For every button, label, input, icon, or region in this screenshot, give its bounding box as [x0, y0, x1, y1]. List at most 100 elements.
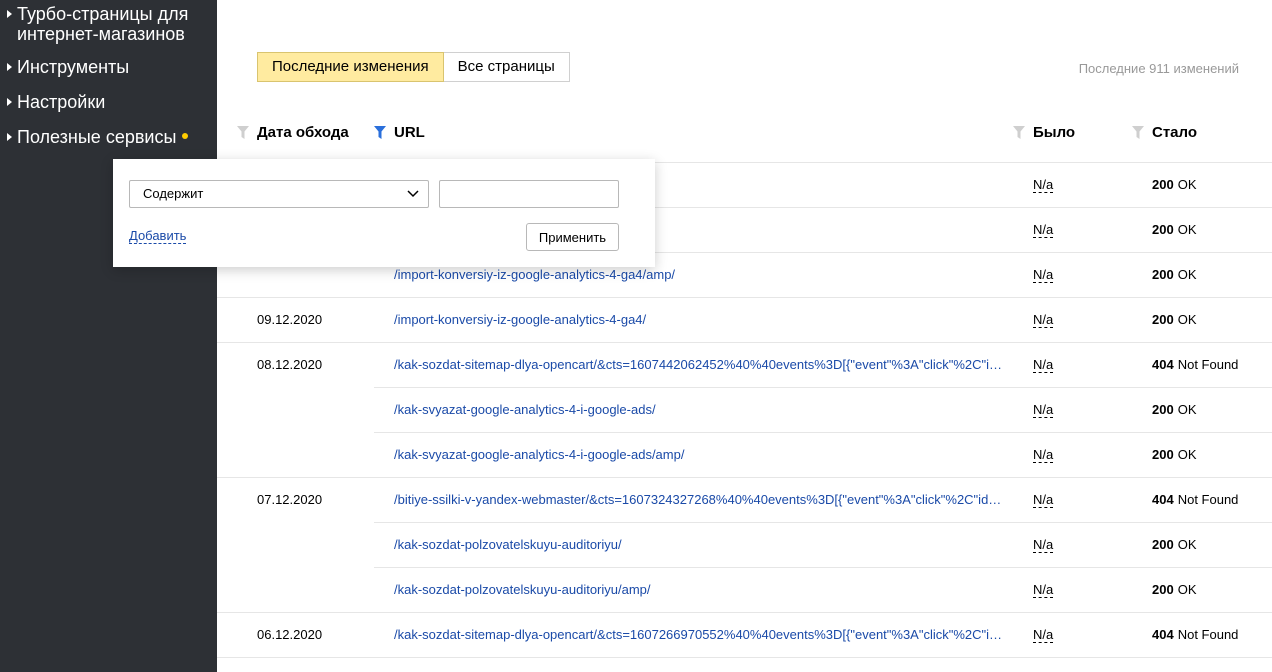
current-status: 200 OK	[1152, 402, 1197, 418]
page-url-link[interactable]: /kak-sozdat-polzovatelskuyu-auditoriyu/a…	[394, 582, 1006, 598]
main-content: Последние изменения Все страницы Последн…	[217, 0, 1272, 672]
filter-condition-value: Содержит	[143, 186, 204, 201]
status-code: 200	[1152, 537, 1174, 552]
page-url-link[interactable]: /kak-svyazat-google-analytics-4-i-google…	[394, 447, 1006, 463]
status-text: OK	[1177, 447, 1197, 462]
column-header-label: Дата обхода	[257, 124, 349, 141]
tab-recent-changes[interactable]: Последние изменения	[257, 52, 444, 82]
column-header-was: Было	[1013, 124, 1076, 142]
status-text: OK	[1177, 402, 1197, 417]
page-url-link[interactable]: /kak-sozdat-sitemap-dlya-opencart/&cts=1…	[394, 627, 1006, 643]
status-text: OK	[1177, 312, 1197, 327]
page-url-link[interactable]: /kak-sozdat-sitemap-dlya-opencart/&cts=1…	[394, 357, 1006, 373]
filter-icon[interactable]	[1132, 126, 1144, 139]
caret-right-icon	[7, 133, 12, 141]
status-code: 404	[1152, 492, 1174, 507]
column-header-label: Было	[1033, 124, 1076, 141]
page-url-link[interactable]: /import-konversiy-iz-google-analytics-4-…	[394, 312, 1006, 328]
sidebar-item-label: Турбо-страницы для интернет-магазинов	[17, 4, 189, 44]
filter-icon[interactable]	[1013, 126, 1025, 139]
status-code: 404	[1152, 627, 1174, 642]
status-text: OK	[1177, 582, 1197, 597]
status-text: OK	[1177, 177, 1197, 192]
filter-value-input[interactable]	[439, 180, 619, 208]
previous-status[interactable]: N/a	[1033, 538, 1054, 553]
apply-filter-button[interactable]: Применить	[526, 223, 619, 251]
status-text: OK	[1177, 267, 1197, 282]
previous-status[interactable]: N/a	[1033, 583, 1054, 598]
row-divider	[217, 477, 1272, 478]
previous-status[interactable]: N/a	[1033, 313, 1054, 328]
status-text: OK	[1177, 222, 1197, 237]
crawl-date: 06.12.2020	[257, 627, 323, 642]
status-code: 200	[1152, 582, 1174, 597]
current-status: 200 OK	[1152, 537, 1197, 553]
current-status: 200 OK	[1152, 447, 1197, 463]
current-status: 200 OK	[1152, 312, 1197, 328]
page-url-link[interactable]: /kak-svyazat-google-analytics-4-i-google…	[394, 402, 1006, 418]
url-filter-popup: Содержит Добавить Применить	[113, 159, 655, 267]
status-code: 200	[1152, 447, 1174, 462]
previous-status[interactable]: N/a	[1033, 403, 1054, 418]
column-header-label: Стало	[1152, 124, 1198, 141]
status-code: 200	[1152, 312, 1174, 327]
status-code: 404	[1152, 357, 1174, 372]
previous-status[interactable]: N/a	[1033, 178, 1054, 193]
column-header-now: Стало	[1132, 124, 1198, 142]
page-url-link[interactable]: /bitiye-ssilki-v-yandex-webmaster/&cts=1…	[394, 492, 1006, 508]
column-header-date: Дата обхода	[237, 124, 349, 142]
crawl-date: 08.12.2020	[257, 357, 323, 372]
page-url-link[interactable]: /kak-sozdat-polzovatelskuyu-auditoriyu/	[394, 537, 1006, 553]
status-text: Not Found	[1177, 357, 1239, 372]
current-status: 404 Not Found	[1152, 357, 1238, 373]
row-divider	[374, 522, 1272, 523]
previous-status[interactable]: N/a	[1033, 493, 1054, 508]
sidebar-item-label: Настройки	[17, 92, 106, 112]
sidebar: Турбо-страницы для интернет-магазинов Инс…	[0, 0, 217, 672]
current-status: 200 OK	[1152, 222, 1197, 238]
row-divider	[374, 567, 1272, 568]
tab-all-pages[interactable]: Все страницы	[443, 52, 570, 82]
page-url-link[interactable]: /import-konversiy-iz-google-analytics-4-…	[394, 267, 1006, 283]
filter-condition-select[interactable]: Содержит	[129, 180, 429, 208]
column-header-url: URL	[374, 124, 425, 142]
current-status: 200 OK	[1152, 267, 1197, 283]
status-text: OK	[1177, 537, 1197, 552]
current-status: 404 Not Found	[1152, 627, 1238, 643]
current-status: 200 OK	[1152, 582, 1197, 598]
caret-right-icon	[7, 10, 12, 18]
caret-right-icon	[7, 98, 12, 106]
status-code: 200	[1152, 222, 1174, 237]
crawl-date: 07.12.2020	[257, 492, 323, 507]
sidebar-item-label: Инструменты	[17, 57, 130, 77]
row-divider	[217, 342, 1272, 343]
previous-status[interactable]: N/a	[1033, 628, 1054, 643]
status-code: 200	[1152, 267, 1174, 282]
caret-right-icon	[7, 63, 12, 71]
row-divider	[374, 387, 1272, 388]
current-status: 404 Not Found	[1152, 492, 1238, 508]
changes-count: Последние 911 изменений	[1078, 61, 1239, 76]
previous-status[interactable]: N/a	[1033, 448, 1054, 463]
add-filter-link[interactable]: Добавить	[129, 229, 187, 244]
current-status: 200 OK	[1152, 177, 1197, 193]
row-divider	[217, 657, 1272, 658]
filter-active-icon[interactable]	[374, 126, 386, 139]
view-tabs: Последние изменения Все страницы	[257, 52, 570, 82]
filter-icon[interactable]	[237, 126, 249, 139]
sidebar-item-label: Полезные сервисы	[17, 127, 189, 147]
crawl-date: 09.12.2020	[257, 312, 323, 327]
status-code: 200	[1152, 177, 1174, 192]
previous-status[interactable]: N/a	[1033, 268, 1054, 283]
previous-status[interactable]: N/a	[1033, 358, 1054, 373]
status-code: 200	[1152, 402, 1174, 417]
previous-status[interactable]: N/a	[1033, 223, 1054, 238]
chevron-down-icon	[407, 190, 419, 198]
row-divider	[217, 612, 1272, 613]
new-badge-dot	[182, 133, 189, 140]
row-divider	[217, 297, 1272, 298]
status-text: Not Found	[1177, 492, 1239, 507]
status-text: Not Found	[1177, 627, 1239, 642]
row-divider	[374, 432, 1272, 433]
column-header-label: URL	[394, 124, 425, 141]
